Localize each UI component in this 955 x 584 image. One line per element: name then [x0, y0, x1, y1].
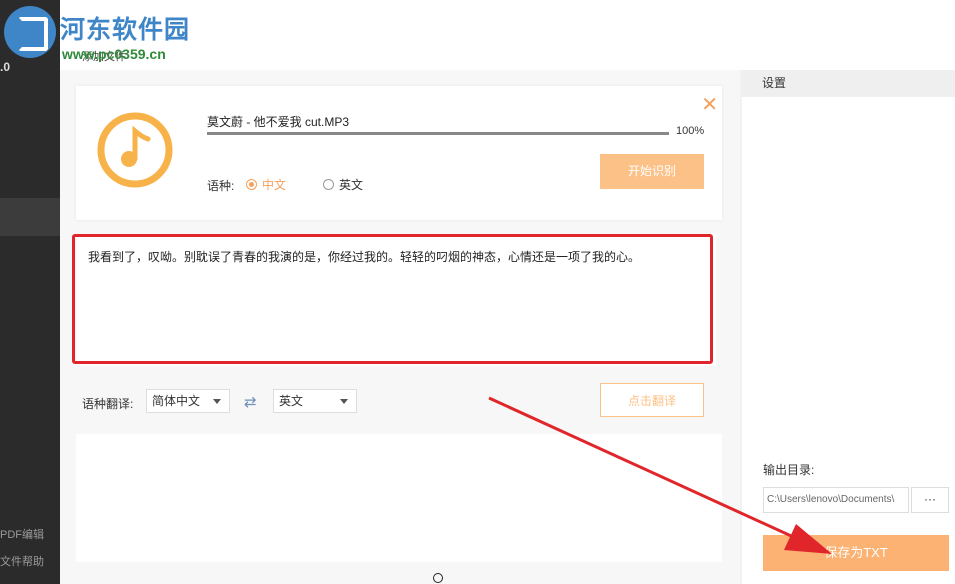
source-language-value: 简体中文 [152, 394, 201, 408]
swap-icon[interactable]: ⇄ [244, 393, 257, 411]
browse-button[interactable]: ··· [911, 487, 949, 513]
radio-english[interactable]: 英文 [323, 176, 363, 193]
chevron-down-icon [213, 399, 221, 404]
output-path-input[interactable]: C:\Users\lenovo\Documents\ [763, 487, 909, 513]
target-language-select[interactable]: 英文 [273, 389, 357, 413]
language-label: 语种: [207, 179, 235, 193]
progress-fill [207, 132, 669, 135]
progress-bar [207, 132, 669, 135]
watermark-logo-icon [4, 6, 56, 58]
translate-label: 语种翻译: [82, 397, 134, 411]
close-icon[interactable]: ✕ [701, 92, 718, 117]
translate-button[interactable]: 点击翻译 [600, 383, 704, 417]
file-card: ✕ 莫文蔚 - 他不爱我 cut.MP3 100% 语种: 中文 英文 开始识别 [76, 86, 722, 220]
watermark-brand: 河东软件园 [60, 15, 191, 44]
radio-english-label: 英文 [339, 178, 364, 192]
watermark-url: www.pc0359.cn [62, 46, 166, 62]
progress-percent: 100% [676, 125, 705, 137]
radio-chinese[interactable]: 中文 [246, 176, 286, 193]
translation-output-box[interactable] [76, 434, 722, 562]
sidebar-item-active[interactable] [0, 198, 60, 236]
settings-panel: 设置 输出目录: C:\Users\lenovo\Documents\ ··· … [742, 70, 955, 584]
target-language-value: 英文 [279, 394, 304, 408]
start-recognition-button[interactable]: 开始识别 [600, 154, 704, 189]
sidebar-item-pdf-edit[interactable]: PDF编辑 [0, 526, 44, 542]
save-txt-button[interactable]: 保存为TXT [763, 535, 949, 571]
watermark: 河东软件园 www.pc0359.cn [0, 4, 210, 68]
file-name: 莫文蔚 - 他不爱我 cut.MP3 [207, 115, 350, 129]
radio-chinese-label: 中文 [262, 178, 287, 192]
radio-dot-icon [246, 179, 257, 190]
output-dir-label: 输出目录: [763, 463, 815, 477]
music-file-icon [97, 112, 173, 188]
sidebar: .0 PDF编辑 文件帮助 [0, 0, 60, 584]
source-language-select[interactable]: 简体中文 [146, 389, 230, 413]
highlight-frame [72, 234, 713, 364]
settings-title: 设置 [742, 70, 955, 97]
scroll-indicator [433, 573, 443, 583]
sidebar-item-file-help[interactable]: 文件帮助 [0, 553, 44, 569]
radio-dot-icon [323, 179, 334, 190]
chevron-down-icon [340, 399, 348, 404]
